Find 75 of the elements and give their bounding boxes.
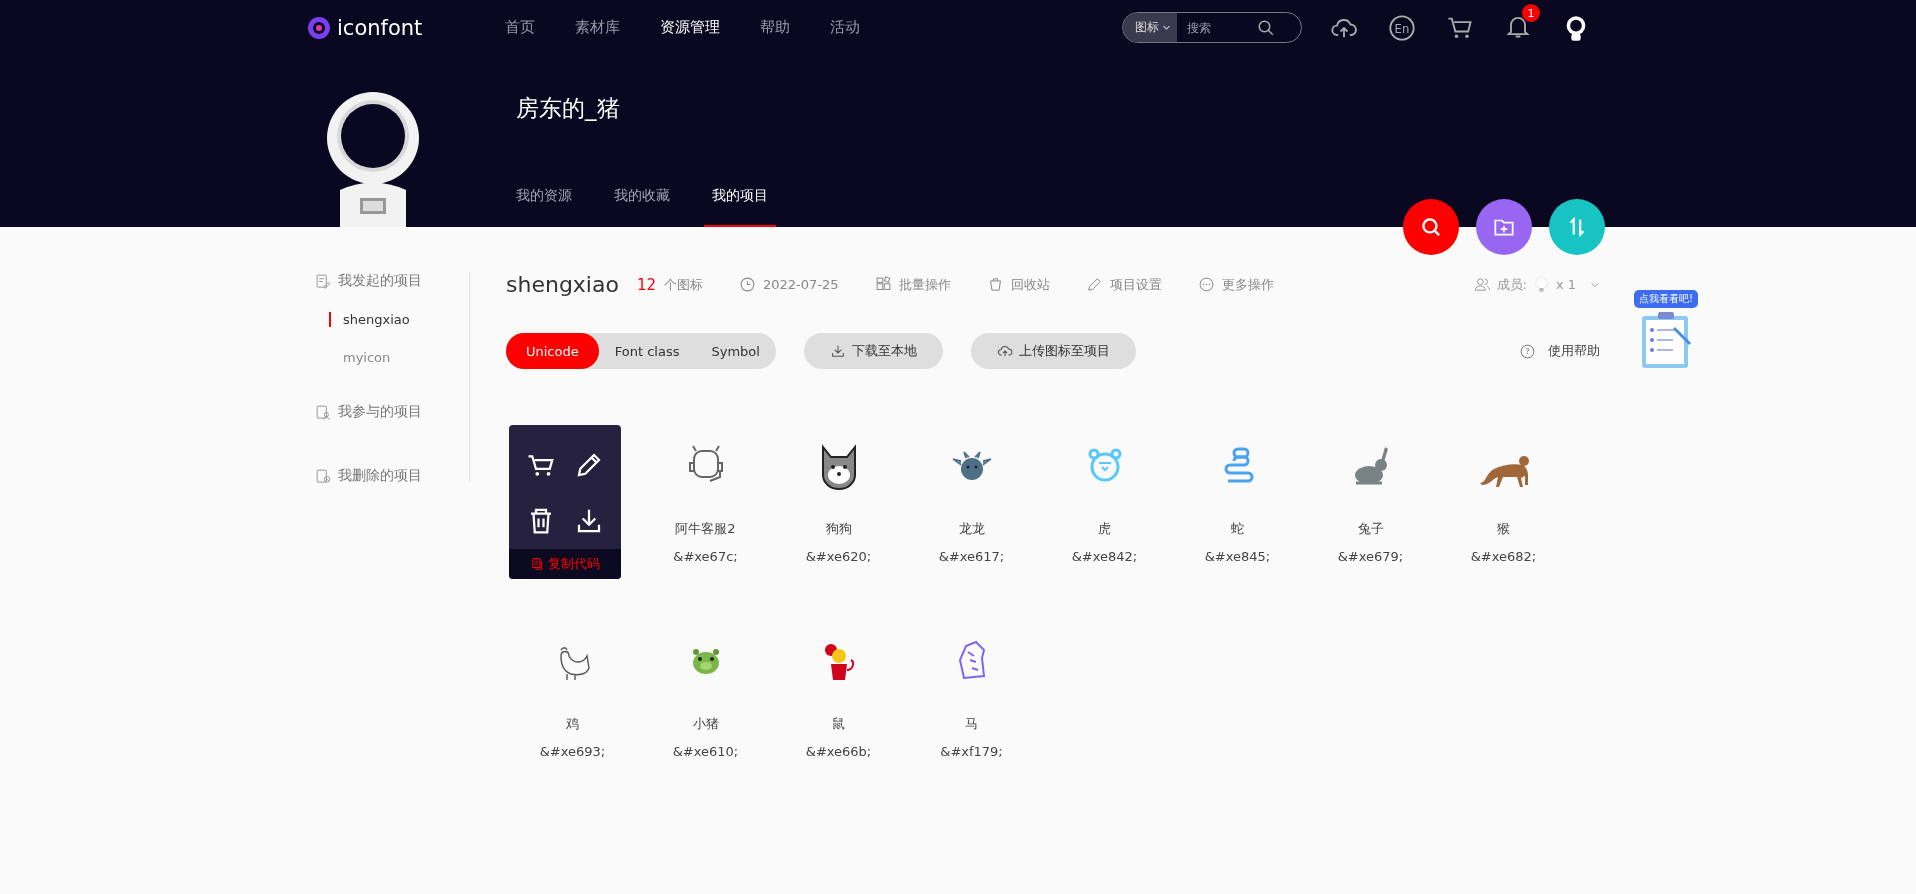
clock-icon <box>739 276 756 293</box>
cloud-upload-icon <box>996 343 1013 359</box>
format-tab[interactable]: Font class <box>598 333 696 369</box>
icon-name: 小猪 <box>692 715 719 733</box>
project-item[interactable]: shengxiao <box>329 312 469 327</box>
action-label[interactable]: 批量操作 <box>898 275 951 294</box>
logo-icon <box>307 15 331 40</box>
format-tab[interactable]: Unicode <box>506 333 599 369</box>
icon-unicode: &#xf179; <box>940 744 1003 759</box>
icon-name: 鸡 <box>566 715 579 733</box>
search-scope-dropdown[interactable]: 图标 <box>1123 13 1177 42</box>
language-icon[interactable]: En <box>1388 13 1416 42</box>
nav-link[interactable]: 帮助 <box>760 18 790 37</box>
section-label[interactable]: 我删除的项目 <box>338 467 422 485</box>
icon-name: 虎 <box>1098 520 1111 538</box>
search-icon <box>1257 18 1275 37</box>
icon-unicode: &#xe617; <box>938 549 1005 564</box>
promo-bubble[interactable]: 点我看看吧! <box>1634 290 1698 308</box>
more-icon <box>1197 276 1215 293</box>
download-button[interactable]: 下载至本地 <box>803 333 943 369</box>
download-icon <box>829 343 846 359</box>
action-label[interactable]: 更多操作 <box>1221 275 1274 294</box>
section-label[interactable]: 我发起的项目 <box>338 272 422 290</box>
upload-button[interactable]: 上传图标至项目 <box>970 333 1136 369</box>
user-name: 房东的_猪 <box>516 94 621 123</box>
profile-tab[interactable]: 我的项目 <box>704 187 776 227</box>
project-date: 2022-07-25 <box>763 277 839 292</box>
copy-icon <box>530 557 544 571</box>
sort-button[interactable] <box>1549 199 1605 255</box>
members-count: x 1 <box>1555 277 1576 292</box>
action-label[interactable]: 回收站 <box>1010 275 1050 294</box>
format-tab[interactable]: Symbol <box>695 333 776 369</box>
icon-name: 蛇 <box>1231 520 1244 538</box>
icon-name: 猴 <box>1497 520 1510 538</box>
icon-unicode: &#xe67c; <box>673 549 738 564</box>
icon-name: 鼠 <box>832 715 845 733</box>
icon-name: 阿牛客服2 <box>675 520 736 538</box>
section-label[interactable]: 我参与的项目 <box>338 403 422 421</box>
members-icon <box>1473 276 1491 293</box>
member-avatar-icon <box>1532 276 1550 293</box>
logo-text: iconfont <box>337 15 423 40</box>
search-button[interactable] <box>1403 199 1459 255</box>
nav-link[interactable]: 素材库 <box>575 18 620 37</box>
document-icon <box>315 272 332 290</box>
icon-unicode: &#xe682; <box>1470 549 1537 564</box>
profile-tab[interactable]: 我的资源 <box>516 187 592 227</box>
icon-name: 龙龙 <box>958 520 985 538</box>
icon-name: 狗狗 <box>825 520 852 538</box>
icon-unicode: &#xe610; <box>672 744 739 759</box>
add-folder-button[interactable] <box>1476 199 1532 255</box>
chevron-down-icon <box>1162 23 1171 32</box>
nav-link[interactable]: 首页 <box>505 18 535 37</box>
icon-unicode: &#xe693; <box>539 744 606 759</box>
nav-link[interactable]: 资源管理 <box>660 18 720 37</box>
project-name: shengxiao <box>506 272 619 297</box>
document-icon <box>315 403 332 421</box>
icon-unicode: &#xe620; <box>805 549 872 564</box>
grid-icon <box>874 276 892 293</box>
document-icon <box>315 467 332 485</box>
icon-count-label: 个图标 <box>664 275 703 294</box>
icon-name: 兔子 <box>1357 520 1384 538</box>
icon-unicode: &#xe842; <box>1071 549 1138 564</box>
action-label[interactable]: 项目设置 <box>1109 275 1162 294</box>
icon-count: 12 <box>636 275 656 294</box>
project-item[interactable]: myicon <box>329 350 469 365</box>
notification-badge: 1 <box>1522 4 1540 22</box>
icon-unicode: &#xe66b; <box>805 744 872 759</box>
icon-name: 马 <box>965 715 978 733</box>
copy-code-button[interactable]: 复制代码 <box>509 549 621 579</box>
icon-unicode: &#xe679; <box>1337 549 1404 564</box>
icon-unicode: &#xe845; <box>1204 549 1271 564</box>
profile-tab[interactable]: 我的收藏 <box>614 187 690 227</box>
members-label: 成员: <box>1496 275 1527 294</box>
nav-link[interactable]: 活动 <box>830 18 860 37</box>
pencil-icon <box>1085 276 1103 293</box>
